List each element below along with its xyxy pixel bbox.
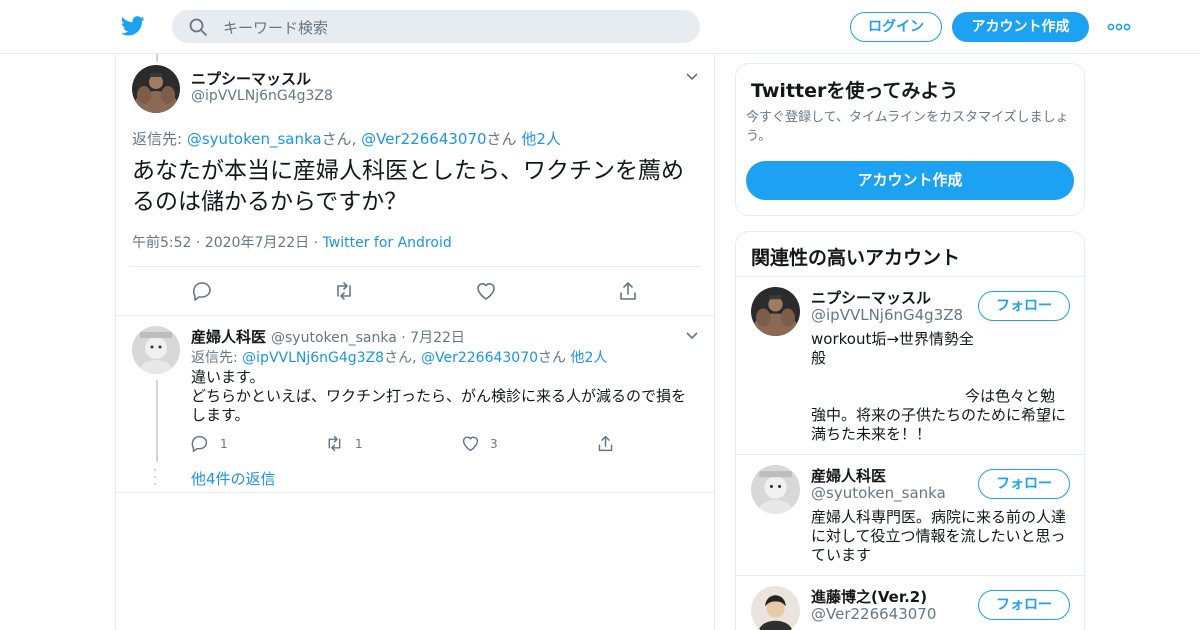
- follow-button[interactable]: フォロー: [978, 469, 1070, 499]
- share-icon[interactable]: [617, 280, 639, 302]
- reply-date[interactable]: 7月22日: [410, 330, 465, 346]
- tweet-author-name[interactable]: ニプシーマッスル: [191, 68, 311, 89]
- like-icon[interactable]: [475, 280, 497, 302]
- reply-text-line: 違います。: [191, 368, 265, 386]
- tweet-date[interactable]: 2020年7月22日: [205, 235, 309, 251]
- reply-to-line: 返信先: @ipVVLNj6nG4g3Z8さん, @Ver226643070さん…: [191, 347, 607, 367]
- others-link[interactable]: 他2人: [521, 130, 561, 148]
- signup-card-button[interactable]: アカウント作成: [746, 161, 1074, 200]
- divider: [736, 276, 1084, 277]
- retweet-count: 1: [355, 437, 363, 451]
- account-bio-line: 産婦人科専門医。病院に来る前の人達: [811, 508, 1067, 526]
- account-handle[interactable]: @syutoken_sanka: [811, 484, 946, 502]
- reply-author-meta: @syutoken_sanka · 7月22日: [271, 327, 465, 347]
- login-button[interactable]: ログイン: [850, 12, 942, 42]
- tweet-text: あなたが本当に産婦人科医としたら、ワクチンを薦めるのは儲かるからですか？: [132, 158, 684, 215]
- tweet-author-handle[interactable]: @ipVVLNj6nG4g3Z8: [191, 88, 333, 104]
- related-accounts-card: 関連性の高いアカウント ニプシーマッスル @ipVVLNj6nG4g3Z8 フォ…: [735, 231, 1085, 630]
- account-bio-line: 今は色々と勉: [965, 387, 1056, 405]
- more-replies-link[interactable]: 他4件の返信: [191, 468, 276, 489]
- signup-button[interactable]: アカウント作成: [952, 12, 1089, 42]
- reply-count: 1: [220, 437, 228, 451]
- account-bio-line: workout垢→世界情勢全: [811, 330, 974, 348]
- reply-author-name[interactable]: 産婦人科医: [191, 326, 266, 347]
- avatar[interactable]: [132, 326, 180, 374]
- account-name[interactable]: 進藤博之(Ver.2): [811, 586, 927, 607]
- top-bar: キーワード検索 ログイン アカウント作成: [0, 0, 1200, 54]
- more-options-icon[interactable]: [1107, 17, 1131, 37]
- mention-link[interactable]: @ipVVLNj6nG4g3Z8: [242, 350, 384, 366]
- thread-line: [156, 54, 158, 62]
- search-icon: [189, 18, 207, 36]
- twitter-bird-icon[interactable]: [120, 14, 146, 38]
- reply-icon[interactable]: [190, 434, 209, 453]
- separator: ·: [401, 330, 406, 346]
- tweet-meta: 午前5:52 · 2020年7月22日 · Twitter for Androi…: [132, 232, 452, 252]
- reply-text-line: どちらかといえば、ワクチン打ったら、がん検診に来る人が減るので損を: [191, 387, 687, 405]
- account-bio-line: 般: [811, 349, 827, 367]
- avatar[interactable]: [751, 586, 800, 630]
- chevron-down-icon[interactable]: [684, 328, 700, 344]
- related-accounts-title: 関連性の高いアカウント: [751, 247, 961, 269]
- avatar[interactable]: [132, 65, 180, 113]
- share-icon[interactable]: [596, 434, 615, 453]
- reply-to-line: 返信先: @syutoken_sankaさん, @Ver226643070さん …: [132, 128, 561, 149]
- divider: [736, 454, 1084, 455]
- reply-author-handle[interactable]: @syutoken_sanka: [271, 330, 397, 346]
- tweet-time[interactable]: 午前5:52: [132, 235, 191, 251]
- mention-link[interactable]: @Ver226643070: [421, 350, 538, 366]
- thread-line: [156, 380, 158, 462]
- retweet-icon[interactable]: [325, 434, 344, 453]
- search-placeholder[interactable]: キーワード検索: [223, 17, 328, 38]
- avatar[interactable]: [751, 287, 800, 336]
- divider: [736, 575, 1084, 576]
- account-bio-line: に対して役立つ情報を流したいと思っ: [811, 527, 1066, 545]
- signup-card-subtitle: 今すぐ登録して、タイムラインをカスタマイズしましょう。: [746, 110, 1069, 144]
- retweet-icon[interactable]: [333, 280, 355, 302]
- account-handle[interactable]: @Ver226643070: [811, 605, 936, 623]
- others-link[interactable]: 他2人: [570, 350, 607, 366]
- signup-card: Twitterを使ってみよう 今すぐ登録して、タイムラインをカスタマイズしましょ…: [735, 63, 1085, 216]
- follow-button[interactable]: フォロー: [978, 590, 1070, 620]
- reply-text-line: します。: [191, 406, 250, 424]
- follow-button[interactable]: フォロー: [978, 291, 1070, 321]
- account-bio-line: 強中。将来の子供たちのために希望に: [811, 406, 1067, 424]
- reply-to-suffix: さん,: [384, 350, 421, 366]
- avatar[interactable]: [751, 465, 800, 514]
- reply-to-suffix: さん: [538, 350, 567, 366]
- tweet-source[interactable]: Twitter for Android: [323, 235, 452, 251]
- account-name[interactable]: 産婦人科医: [811, 465, 886, 486]
- separator: ·: [313, 235, 319, 251]
- account-bio-line: ています: [811, 546, 872, 564]
- account-bio-line: 満ちた未来を！！: [811, 425, 932, 443]
- mention-link[interactable]: @syutoken_sanka: [187, 130, 322, 148]
- divider: [116, 315, 714, 316]
- mention-link[interactable]: @Ver226643070: [361, 130, 486, 148]
- divider: [116, 492, 714, 493]
- chevron-down-icon[interactable]: [684, 69, 700, 85]
- reply-icon[interactable]: [191, 280, 213, 302]
- search-bar[interactable]: キーワード検索: [172, 10, 700, 43]
- like-count: 3: [490, 437, 498, 451]
- signup-card-title: Twitterを使ってみよう: [751, 80, 959, 102]
- reply-to-prefix: 返信先:: [191, 350, 243, 366]
- reply-to-suffix: さん,: [321, 130, 362, 148]
- account-name[interactable]: ニプシーマッスル: [811, 287, 931, 308]
- divider: [130, 266, 700, 267]
- reply-to-prefix: 返信先:: [132, 130, 187, 148]
- reply-to-suffix: さん: [486, 130, 517, 148]
- tweet-thread: ニプシーマッスル @ipVVLNj6nG4g3Z8 返信先: @syutoken…: [115, 54, 715, 630]
- separator: ·: [195, 235, 201, 251]
- like-icon[interactable]: [461, 434, 480, 453]
- thread-dots-icon: [153, 468, 157, 486]
- account-handle[interactable]: @ipVVLNj6nG4g3Z8: [811, 306, 963, 324]
